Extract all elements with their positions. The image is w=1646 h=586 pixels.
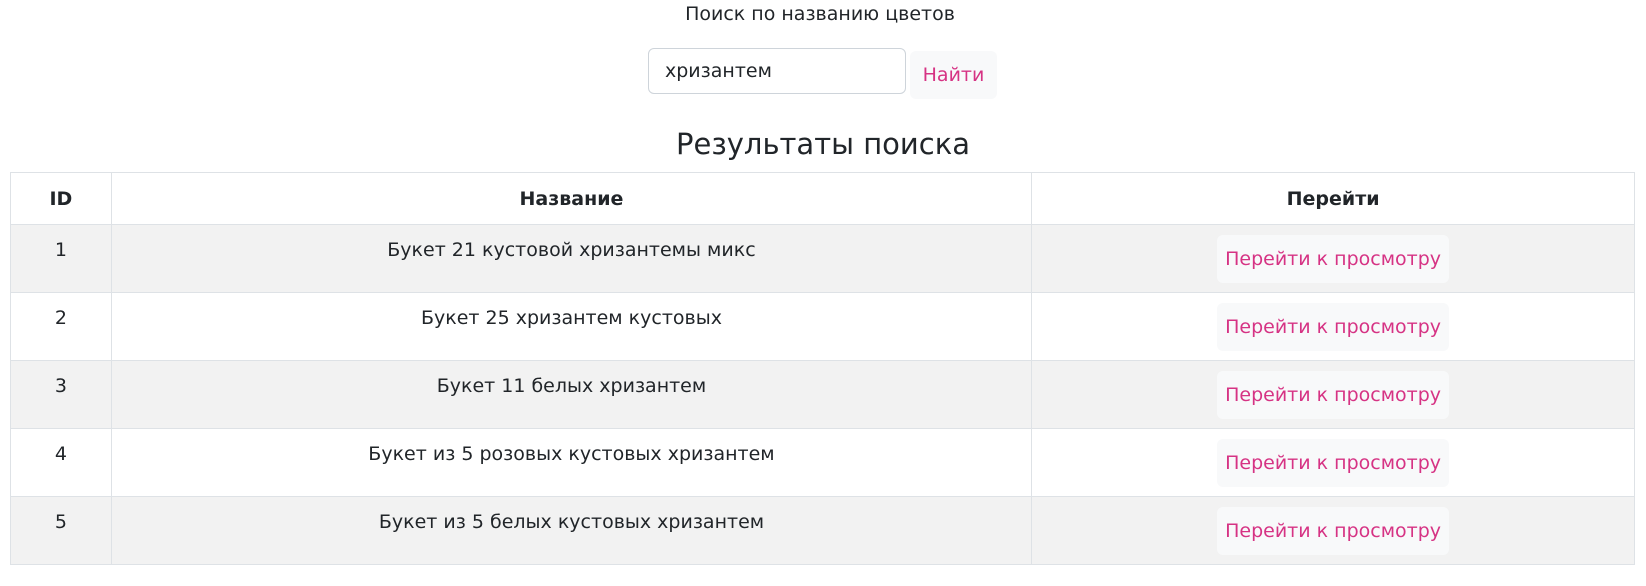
- results-table-header: ID Название Перейти: [10, 172, 1635, 225]
- cell-name: Букет из 5 белых кустовых хризантем: [110, 496, 1033, 565]
- results-heading: Результаты поиска: [676, 127, 970, 161]
- cell-go: Перейти к просмотру: [1031, 224, 1635, 293]
- cell-id: 4: [10, 428, 112, 497]
- search-input[interactable]: [648, 48, 906, 94]
- cell-id: 3: [10, 360, 112, 429]
- cell-name: Букет 25 хризантем кустовых: [110, 292, 1033, 361]
- table-row: 2 Букет 25 хризантем кустовых Перейти к …: [10, 292, 1635, 361]
- cell-id: 2: [10, 292, 112, 361]
- cell-go: Перейти к просмотру: [1031, 292, 1635, 361]
- cell-name: Букет 11 белых хризантем: [110, 360, 1033, 429]
- column-header-name: Название: [110, 172, 1033, 225]
- page: Поиск по названию цветов Найти Результат…: [0, 0, 1646, 586]
- cell-name: Букет из 5 розовых кустовых хризантем: [110, 428, 1033, 497]
- view-button[interactable]: Перейти к просмотру: [1217, 371, 1450, 419]
- cell-id: 5: [10, 496, 112, 565]
- view-button[interactable]: Перейти к просмотру: [1217, 439, 1450, 487]
- search-button[interactable]: Найти: [910, 51, 997, 99]
- cell-go: Перейти к просмотру: [1031, 428, 1635, 497]
- table-row: 4 Букет из 5 розовых кустовых хризантем …: [10, 428, 1635, 497]
- view-button[interactable]: Перейти к просмотру: [1217, 235, 1450, 283]
- table-row: 5 Букет из 5 белых кустовых хризантем Пе…: [10, 496, 1635, 565]
- search-label: Поиск по названию цветов: [685, 3, 955, 25]
- table-row: 3 Букет 11 белых хризантем Перейти к про…: [10, 360, 1635, 429]
- cell-go: Перейти к просмотру: [1031, 360, 1635, 429]
- cell-id: 1: [10, 224, 112, 293]
- view-button[interactable]: Перейти к просмотру: [1217, 507, 1450, 555]
- table-row: 1 Букет 21 кустовой хризантемы микс Пере…: [10, 224, 1635, 293]
- header-row: ID Название Перейти: [10, 172, 1635, 225]
- column-header-id: ID: [10, 172, 112, 225]
- column-header-go: Перейти: [1031, 172, 1635, 225]
- results-table-body: 1 Букет 21 кустовой хризантемы микс Пере…: [10, 224, 1635, 565]
- results-table: ID Название Перейти 1 Букет 21 кустовой …: [10, 172, 1635, 565]
- cell-go: Перейти к просмотру: [1031, 496, 1635, 565]
- cell-name: Букет 21 кустовой хризантемы микс: [110, 224, 1033, 293]
- view-button[interactable]: Перейти к просмотру: [1217, 303, 1450, 351]
